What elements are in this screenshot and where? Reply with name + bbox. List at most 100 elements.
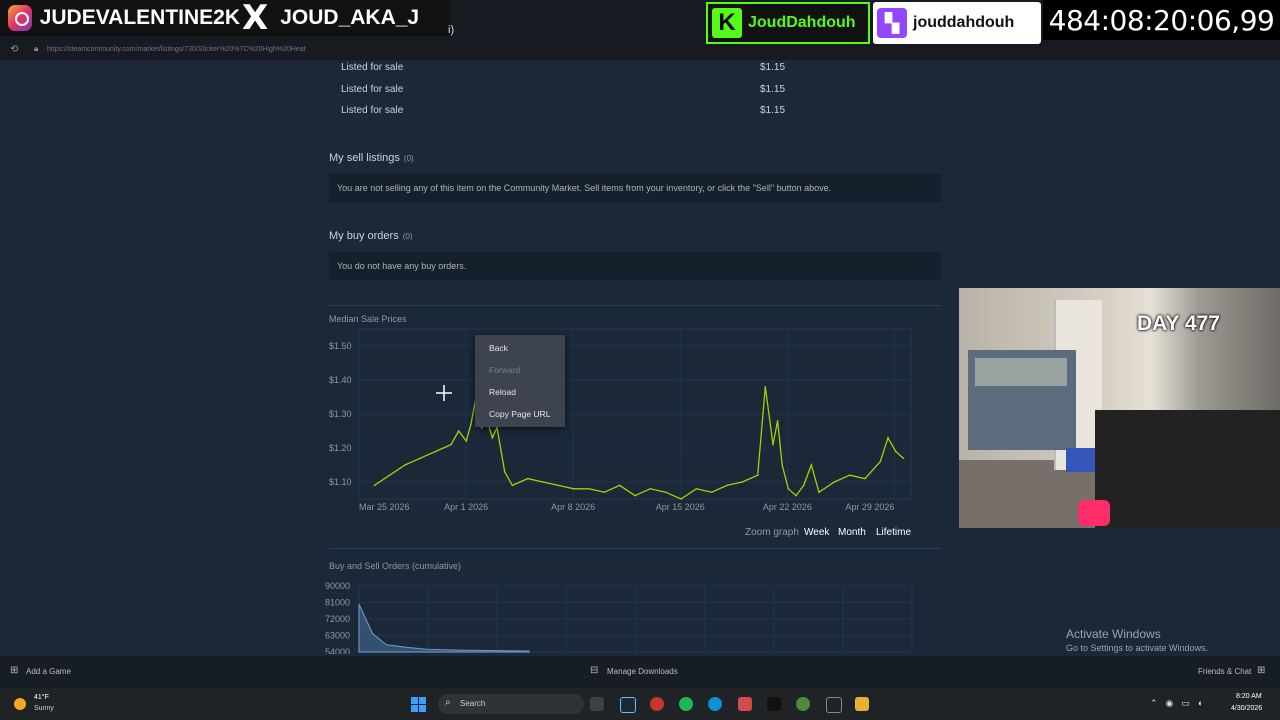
- steam-taskbar-icon[interactable]: [620, 697, 636, 713]
- zoom-graph-text: Zoom graph: [745, 527, 799, 538]
- price-point: [833, 481, 836, 483]
- price-point: [491, 437, 494, 439]
- price-point: [710, 491, 713, 493]
- zoom-graph-label: Zoom graph: [745, 527, 799, 538]
- price-point: [419, 457, 422, 459]
- price-point: [404, 464, 406, 466]
- listing-status: Listed for sale: [341, 84, 404, 95]
- lock-icon: 🔒︎: [34, 44, 39, 53]
- app-taskbar-icon[interactable]: [796, 697, 810, 711]
- x-handle: JOUD_AKA_J: [280, 6, 420, 29]
- price-point: [373, 484, 376, 487]
- price-point: [511, 484, 514, 487]
- context-forward: Forward: [489, 365, 521, 375]
- friends-icon[interactable]: ⊞: [1257, 665, 1265, 676]
- sun-icon[interactable]: [14, 698, 26, 710]
- section-divider: [329, 548, 941, 549]
- downloads-icon[interactable]: ⊟: [590, 665, 598, 676]
- price-point: [894, 450, 897, 453]
- price-point: [634, 494, 636, 497]
- app-taskbar-icon[interactable]: [738, 697, 752, 711]
- url-bar[interactable]: https://steamcommunity.com/market/listin…: [47, 46, 306, 53]
- app-taskbar-icon[interactable]: [826, 697, 842, 713]
- twitch-icon: ▚: [877, 8, 907, 38]
- y-tick-label: $1.10: [329, 477, 352, 487]
- price-point: [756, 474, 759, 476]
- add-game-icon[interactable]: ⊞: [10, 665, 18, 676]
- webcam-blue-object: [1066, 448, 1098, 472]
- kick-overlay: K JoudDahdouh: [706, 2, 870, 44]
- price-point: [542, 481, 544, 483]
- sell-listings-count: (0): [403, 154, 414, 163]
- x-tick-label: Apr 22 2026: [763, 502, 812, 512]
- stream-timer: 484:08:20:06,99: [1043, 0, 1280, 40]
- price-point: [776, 420, 779, 422]
- listing-price: $1.15: [760, 62, 786, 73]
- task-view-icon[interactable]: [590, 697, 604, 711]
- median-price-chart[interactable]: $1.50 $1.40 $1.30 $1.20 $1.10 Mar 25 2026 Apr …: [329, 327, 929, 517]
- orders-chart[interactable]: 90000 81000 72000 63000 54000: [325, 582, 920, 654]
- y-tick-label: $1.40: [329, 375, 352, 385]
- y-tick-label: 81000: [325, 598, 350, 608]
- activate-windows-title: Activate Windows: [1066, 627, 1161, 641]
- context-reload[interactable]: Reload: [489, 387, 516, 397]
- zoom-month-link[interactable]: Month: [838, 527, 866, 538]
- day-counter: DAY 477: [1137, 312, 1220, 335]
- price-point: [526, 477, 529, 480]
- clock-time[interactable]: 8:20 AM: [1236, 693, 1262, 700]
- price-point: [680, 498, 682, 500]
- price-point: [864, 477, 866, 480]
- friends-chat-button[interactable]: Friends & Chat: [1198, 667, 1251, 676]
- price-point: [887, 437, 889, 439]
- spotify-taskbar-icon[interactable]: [679, 697, 693, 711]
- x-overlay: X JOUD_AKA_J: [240, 0, 450, 38]
- edge-taskbar-icon[interactable]: [708, 697, 722, 711]
- buy-orders-heading: My buy orders (0): [329, 230, 412, 242]
- zoom-week-link[interactable]: Week: [804, 527, 829, 538]
- x-tick-label: Apr 29 2026: [845, 502, 894, 512]
- section-divider: [329, 305, 941, 306]
- y-tick-label: 63000: [325, 631, 350, 641]
- weather-desc[interactable]: Sunny: [34, 705, 54, 712]
- add-game-button[interactable]: Add a Game: [26, 667, 71, 676]
- instagram-overlay: JUDEVALENTINE2K: [0, 0, 240, 36]
- zoom-lifetime-link[interactable]: Lifetime: [876, 527, 911, 538]
- file-explorer-icon[interactable]: [855, 697, 869, 711]
- refresh-icon[interactable]: ⟲: [10, 44, 18, 55]
- price-point: [818, 491, 820, 493]
- price-point: [902, 457, 905, 459]
- x-tick-label: Mar 25 2026: [359, 502, 410, 512]
- price-point: [557, 484, 560, 487]
- twitch-handle: jouddahdouh: [913, 14, 1015, 31]
- price-point: [848, 474, 851, 476]
- price-point: [503, 471, 506, 473]
- obs-taskbar-icon[interactable]: [650, 697, 664, 711]
- context-back[interactable]: Back: [489, 343, 508, 353]
- price-point: [496, 426, 498, 429]
- price-point: [787, 488, 790, 490]
- clock-date[interactable]: 4/30/2026: [1231, 705, 1262, 712]
- windows-taskbar: [0, 688, 1280, 720]
- manage-downloads-button[interactable]: Manage Downloads: [607, 667, 678, 676]
- x-tick-label: Apr 1 2026: [444, 502, 488, 512]
- webcam-desk: [1095, 410, 1280, 528]
- price-point: [388, 474, 391, 476]
- y-tick-label: 72000: [325, 614, 350, 624]
- context-copy-url[interactable]: Copy Page URL: [489, 409, 550, 419]
- price-point: [603, 491, 606, 493]
- app-taskbar-icon[interactable]: [767, 697, 781, 711]
- windows-start-icon[interactable]: [411, 697, 426, 712]
- crosshair-cursor-icon: [436, 385, 452, 401]
- x-overlay-tail: i): [448, 24, 455, 36]
- price-point: [649, 488, 652, 490]
- x-tick-label: Apr 8 2026: [551, 502, 595, 512]
- system-tray-icons[interactable]: ⌃◉▭◐: [1150, 698, 1211, 709]
- price-point: [470, 423, 472, 425]
- price-point: [450, 443, 452, 446]
- activate-windows-subtitle: Go to Settings to activate Windows.: [1066, 643, 1209, 653]
- y-tick-label: 54000: [325, 647, 350, 654]
- webcam-shelf-items: [975, 358, 1067, 386]
- price-point: [802, 484, 805, 487]
- price-point: [465, 440, 468, 442]
- weather-temp[interactable]: 41°F: [34, 694, 49, 701]
